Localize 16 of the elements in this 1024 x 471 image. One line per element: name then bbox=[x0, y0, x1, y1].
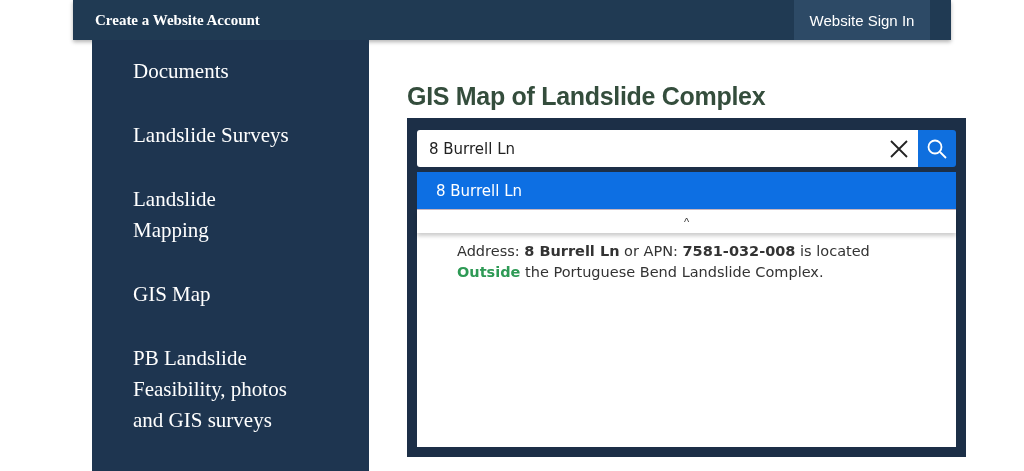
sidebar-item[interactable]: Landslide Surveys bbox=[133, 120, 291, 151]
sidebar-item[interactable]: GIS Map bbox=[133, 279, 291, 310]
result-text: Address: 8 Burrell Ln or APN: 7581-032-008 is located Outside the Portuguese Bend Landslide Complex. bbox=[457, 242, 871, 282]
collapse-button[interactable]: ^ bbox=[417, 210, 956, 233]
search-icon bbox=[927, 138, 947, 159]
sidebar-item[interactable]: Landslide Mapping bbox=[133, 184, 291, 246]
sidebar-item[interactable]: PB Landslide Feasibility, photos and GIS surveys bbox=[133, 343, 291, 436]
search-button[interactable] bbox=[918, 130, 956, 167]
page-title: GIS Map of Landslide Complex bbox=[407, 81, 767, 112]
close-icon[interactable] bbox=[890, 139, 908, 158]
suggestion-item[interactable]: 8 Burrell Ln bbox=[417, 172, 956, 210]
search-box[interactable]: 8 Burrell Ln bbox=[417, 130, 918, 167]
search-field[interactable]: 8 Burrell Ln bbox=[427, 138, 890, 159]
sidebar-item[interactable]: Documents bbox=[133, 56, 291, 87]
sign-in-button[interactable]: Website Sign In bbox=[794, 0, 930, 40]
create-account-link[interactable]: Create a Website Account bbox=[95, 11, 260, 29]
